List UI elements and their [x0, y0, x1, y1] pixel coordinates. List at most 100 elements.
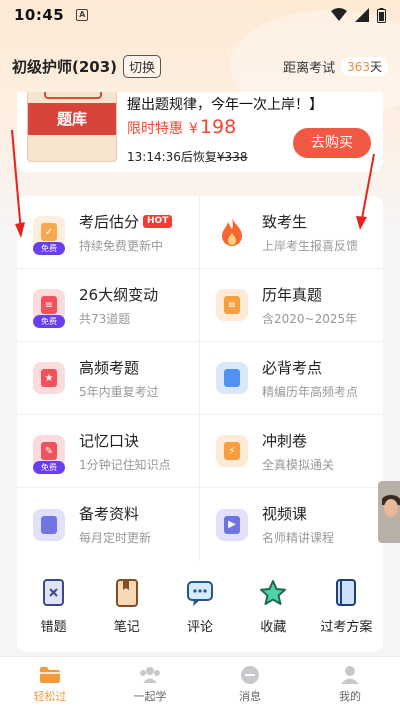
wrong-questions-icon [42, 579, 64, 606]
list-icon: ≡ 免费 [33, 289, 65, 328]
feature-title: 26大纲变动 [79, 284, 158, 305]
status-bar: 10:45 A [0, 0, 400, 30]
feature-title-text: 26大纲变动 [79, 285, 159, 304]
feature-subtitle: 持续免费更新中 [79, 238, 164, 253]
free-badge: 免费 [33, 242, 65, 255]
feature-text: 考后估分 HOT 持续免费更新中 [79, 211, 173, 254]
feature-text: 备考资料每月定时更新 [79, 503, 151, 546]
tab-label: 轻松过 [33, 690, 67, 703]
feature-title: 致考生 [262, 211, 358, 232]
switch-exam-button[interactable]: 切换 [123, 54, 162, 78]
feature-title-text: 备考资料 [79, 505, 140, 523]
tab-study-together[interactable]: 一起学 [100, 657, 200, 710]
tab-label: 一起学 [133, 690, 167, 703]
tab-easy-pass[interactable]: 轻松过 [0, 657, 100, 710]
feature-item[interactable]: 必背考点精编历年高频考点 [200, 342, 383, 415]
play-icon: ▶ [216, 508, 248, 541]
signal-icon [355, 8, 369, 22]
feature-title-text: 考后估分 [79, 212, 140, 231]
folder-icon [40, 667, 60, 683]
feature-text: 记忆口诀 1分钟记住知识点 [79, 430, 171, 473]
feature-item[interactable]: ✓ 免费 考后估分 HOT 持续免费更新中 [17, 196, 200, 269]
feature-subtitle: 名师精讲课程 [262, 531, 335, 545]
message-icon [241, 666, 259, 684]
feature-subtitle: 每月定时更新 [79, 531, 152, 545]
floating-video-thumbnail[interactable] [378, 481, 400, 543]
status-time: 10:45 [14, 6, 65, 24]
feature-text: 高频考题 5年内重复考过 [79, 357, 159, 400]
price-label: 限时特惠 [127, 121, 183, 137]
promo-card[interactable]: 题库 握出题规律，今年一次上岸！】 限时特惠 ¥198 13:14:36后恢复¥… [17, 92, 383, 172]
countdown-suffix: 天 [369, 59, 382, 74]
feature-text: 历年真题 含2020~2025年 [262, 284, 357, 327]
bottom-tab-bar: 轻松过 一起学 消息 我的 [0, 656, 400, 710]
quick-label: 过考方案 [320, 620, 373, 635]
feature-title-text: 冲刺卷 [262, 431, 308, 450]
wifi-icon [331, 8, 347, 21]
feature-text: 视频课 名师精讲课程 [262, 503, 334, 546]
promo-timer: 13:14:36后恢复¥338 [127, 148, 247, 165]
feature-title: 考后估分 HOT [79, 211, 173, 232]
thumbnail-face [384, 499, 398, 517]
original-price: ¥338 [216, 150, 248, 164]
countdown-days: 363 [347, 59, 370, 74]
countdown-timer: 13:14:36 [127, 150, 181, 164]
free-badge: 免费 [33, 315, 65, 328]
feature-item[interactable]: ✎ 免费 记忆口诀 1分钟记住知识点 [17, 415, 200, 488]
question-bank-book-image: 题库 [27, 92, 117, 162]
group-icon [140, 667, 160, 683]
comment-icon [187, 581, 213, 606]
feature-subtitle: 上岸考生报喜反馈 [262, 238, 359, 253]
feature-title: 记忆口诀 [79, 430, 171, 451]
quick-actions: 错题 笔记 评论 收藏 过考方案 [17, 568, 383, 652]
feature-item[interactable]: ≡ 免费 26大纲变动 共73道题 [17, 269, 200, 342]
star-file-icon: ★ [33, 362, 65, 394]
hot-badge: HOT [143, 214, 173, 228]
exam-countdown: 距离考试 363天 [283, 56, 388, 76]
sprint-icon: ⚡ [216, 435, 248, 467]
feature-subtitle: 1分钟记住知识点 [79, 457, 171, 472]
tab-label: 我的 [339, 690, 361, 703]
bookmark-icon [33, 508, 65, 541]
feature-subtitle: 全真模拟通关 [262, 457, 335, 472]
promo-headline: 握出题规律，今年一次上岸！】 [127, 97, 323, 113]
notification-icon: A [76, 9, 89, 21]
notes-icon [216, 362, 248, 394]
quick-comments[interactable]: 评论 [163, 568, 236, 652]
tab-profile[interactable]: 我的 [300, 657, 400, 710]
feature-item[interactable]: ★ 高频考题 5年内重复考过 [17, 342, 200, 415]
feature-title-text: 必背考点 [262, 358, 323, 377]
feature-title: 历年真题 [262, 284, 357, 305]
annotation-arrow-left [11, 129, 25, 238]
promo-price: 限时特惠 ¥198 [127, 116, 236, 138]
book-label: 题库 [28, 103, 116, 135]
plan-book-icon [336, 579, 357, 606]
feature-text: 26大纲变动 共73道题 [79, 284, 158, 327]
quick-notes[interactable]: 笔记 [90, 568, 163, 652]
feature-subtitle: 5年内重复考过 [79, 384, 159, 399]
feature-item[interactable]: ⚡ 冲刺卷全真模拟通关 [200, 415, 383, 488]
feature-item[interactable]: 备考资料每月定时更新 [17, 488, 200, 561]
feature-title-text: 视频课 [262, 505, 308, 523]
feature-text: 必背考点精编历年高频考点 [262, 357, 358, 400]
tab-label: 消息 [239, 690, 261, 703]
feature-item[interactable]: ≡ 历年真题 含2020~2025年 [200, 269, 383, 342]
estimate-icon: ✓ 免费 [33, 216, 65, 255]
feature-item[interactable]: ▶ 视频课名师精讲课程 [200, 488, 383, 561]
feature-grid: ✓ 免费 考后估分 HOT 持续免费更新中 致考生上岸考生报喜反馈 ≡ 免费 26大纲变动 共73… [17, 196, 383, 568]
feature-title: 视频课 [262, 503, 334, 524]
annotation-arrow-right [356, 153, 375, 230]
feature-title-text: 高频考题 [79, 358, 140, 377]
feature-text: 冲刺卷 全真模拟通关 [262, 430, 334, 473]
quick-exam-plan[interactable]: 过考方案 [310, 568, 383, 652]
feature-title-text: 历年真题 [262, 285, 323, 304]
status-indicators [331, 7, 386, 23]
memo-icon: ✎ 免费 [33, 435, 65, 474]
price-symbol: ¥ [189, 121, 198, 137]
quick-wrong-questions[interactable]: 错题 [17, 568, 90, 652]
tab-messages[interactable]: 消息 [200, 657, 300, 710]
countdown-label: 距离考试 [283, 60, 336, 76]
feature-subtitle: 精编历年高频考点 [262, 384, 359, 399]
feature-title: 高频考题 [79, 357, 159, 378]
quick-favorites[interactable]: 收藏 [237, 568, 310, 652]
